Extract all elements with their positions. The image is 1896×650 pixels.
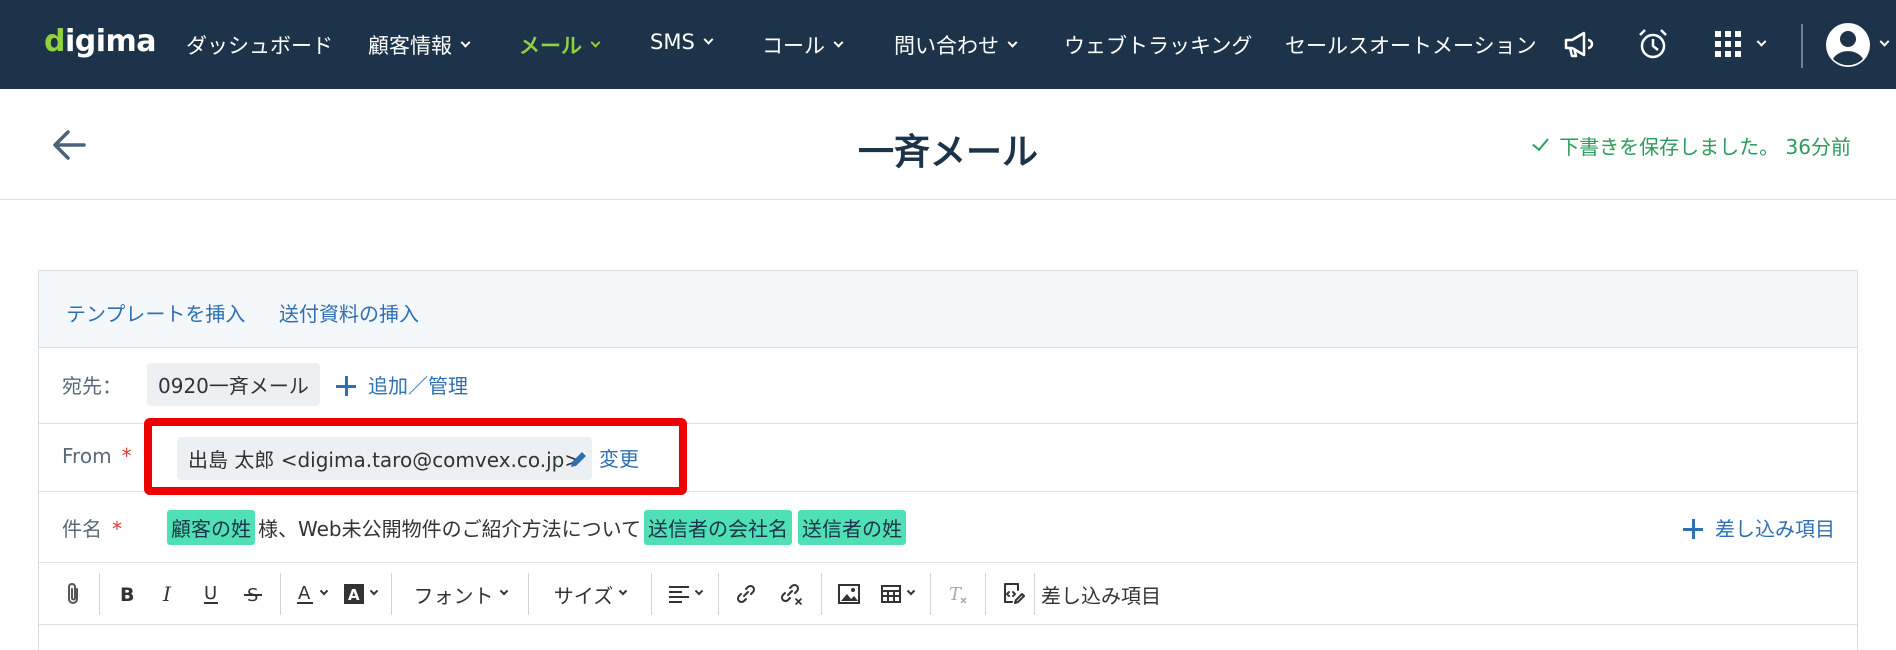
subject-text: 様、Web未公開物件のご紹介方法について xyxy=(258,517,642,541)
megaphone-icon[interactable] xyxy=(1558,24,1598,64)
align-icon[interactable] xyxy=(658,563,712,625)
svg-text:I: I xyxy=(162,584,172,604)
insert-merge-field-link[interactable]: 差し込み項目 xyxy=(1683,513,1835,542)
subject-label: 件名 * xyxy=(62,517,122,541)
chevron-down-icon xyxy=(703,34,714,45)
merge-fields-button[interactable]: 差し込み項目 xyxy=(1041,563,1161,625)
image-icon[interactable] xyxy=(828,563,870,625)
nav-item-sms[interactable]: SMS xyxy=(650,30,714,54)
avatar-icon[interactable] xyxy=(1824,21,1872,69)
nav-item-inquiry[interactable]: 問い合わせ xyxy=(894,30,1018,60)
chevron-down-icon xyxy=(499,586,508,596)
subject-input[interactable]: 顧客の姓 様、Web未公開物件のご紹介方法について 送信者の会社名 送信者の姓 xyxy=(167,510,907,545)
font-size-dropdown[interactable]: サイズ xyxy=(535,563,645,625)
from-label: From * xyxy=(62,444,132,468)
background-color-icon[interactable]: A xyxy=(335,563,385,625)
chevron-down-icon xyxy=(906,586,915,596)
title-bar: 一斉メール 下書きを保存しました。 36分前 xyxy=(0,89,1896,200)
chevron-down-icon xyxy=(1007,37,1018,48)
source-code-icon[interactable] xyxy=(992,563,1034,625)
recipient-chip[interactable]: 0920一斉メール xyxy=(147,363,320,406)
unlink-icon[interactable] xyxy=(767,563,815,625)
to-row: 宛先： 0920一斉メール 追加／管理 xyxy=(39,348,1857,424)
clear-format-icon[interactable]: T xyxy=(937,563,979,625)
font-family-dropdown[interactable]: フォント xyxy=(398,563,522,625)
chevron-down-icon xyxy=(319,586,328,596)
draft-saved-status: 下書きを保存しました。 36分前 xyxy=(1532,131,1851,160)
text-color-icon[interactable]: A xyxy=(287,563,335,625)
from-highlight-box xyxy=(144,418,687,495)
formatting-toolbar: B I U S A A フォント xyxy=(39,563,1857,625)
merge-tag-customer-surname[interactable]: 顧客の姓 xyxy=(167,510,255,545)
plus-icon xyxy=(336,376,356,396)
chevron-down-icon xyxy=(460,37,471,48)
add-manage-recipients-link[interactable]: 追加／管理 xyxy=(336,370,468,399)
strikethrough-icon[interactable]: S xyxy=(232,563,274,625)
insert-attachment-link[interactable]: 送付資料の挿入 xyxy=(279,298,419,327)
merge-tag-sender-company[interactable]: 送信者の会社名 xyxy=(644,510,793,545)
table-icon[interactable] xyxy=(870,563,924,625)
insert-template-link[interactable]: テンプレートを挿入 xyxy=(66,298,245,327)
merge-tag-sender-surname[interactable]: 送信者の姓 xyxy=(798,510,907,545)
nav-item-customer-info[interactable]: 顧客情報 xyxy=(368,30,471,60)
svg-text:U: U xyxy=(204,583,217,604)
nav-item-dashboard[interactable]: ダッシュボード xyxy=(186,30,333,60)
svg-text:A: A xyxy=(348,586,360,604)
svg-text:T: T xyxy=(949,584,963,605)
svg-text:A: A xyxy=(298,583,311,604)
chevron-down-icon xyxy=(618,586,628,596)
link-icon[interactable] xyxy=(725,563,767,625)
alarm-clock-icon[interactable] xyxy=(1633,24,1673,64)
underline-icon[interactable]: U xyxy=(190,563,232,625)
attach-paperclip-icon[interactable] xyxy=(53,563,93,625)
italic-icon[interactable]: I xyxy=(148,563,190,625)
nav-item-mail[interactable]: メール xyxy=(519,30,601,60)
nav-item-web-tracking[interactable]: ウェブトラッキング xyxy=(1064,30,1252,60)
svg-text:B: B xyxy=(120,584,134,604)
digima-logo[interactable]: digima xyxy=(44,24,157,59)
bold-icon[interactable]: B xyxy=(106,563,148,625)
nav-item-sales-automation[interactable]: セールスオートメーション xyxy=(1285,30,1537,60)
insert-toolbar-row: テンプレートを挿入 送付資料の挿入 xyxy=(39,271,1857,348)
chevron-down-icon xyxy=(590,37,601,48)
chevron-down-icon xyxy=(694,586,703,596)
chevron-down-icon xyxy=(369,586,378,596)
apps-grid-icon[interactable] xyxy=(1714,24,1784,64)
nav-divider xyxy=(1801,24,1803,68)
plus-icon xyxy=(1683,519,1703,539)
nav-item-call[interactable]: コール xyxy=(762,30,844,60)
chevron-down-icon xyxy=(833,37,844,48)
top-navigation-bar: digima ダッシュボード 顧客情報 メール SMS コール 問い合わせ ウェ… xyxy=(0,0,1896,89)
to-label: 宛先： xyxy=(62,374,122,398)
chevron-down-icon xyxy=(1756,36,1767,47)
subject-row: 件名 * 顧客の姓 様、Web未公開物件のご紹介方法について 送信者の会社名 送信… xyxy=(39,492,1857,563)
chevron-down-icon[interactable] xyxy=(1872,24,1896,64)
